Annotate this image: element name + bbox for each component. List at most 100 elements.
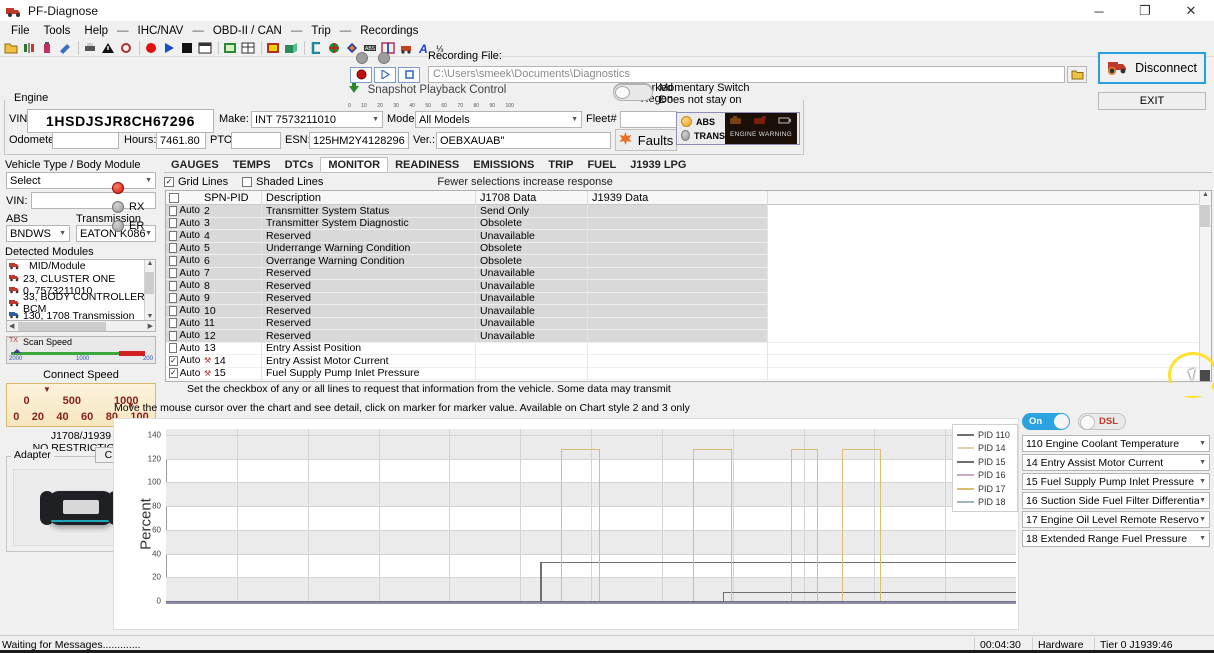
row-checkbox[interactable]: ✓ — [169, 368, 178, 378]
fleet-input[interactable] — [620, 111, 677, 128]
wrench-icon[interactable] — [57, 40, 73, 56]
export-icon[interactable] — [283, 40, 299, 56]
row-checkbox[interactable] — [169, 306, 177, 316]
globe-icon[interactable] — [326, 40, 342, 56]
pid-select-4[interactable]: 16 Suction Side Fuel Filter Differential… — [1022, 492, 1210, 509]
ver-input[interactable]: OEBXAUAB" — [436, 132, 611, 149]
scroll-left-icon[interactable]: ◀ — [9, 322, 14, 330]
grid-data-icon[interactable] — [222, 40, 238, 56]
row-checkbox-cell[interactable]: Auto — [166, 292, 200, 305]
grid-select-all-checkbox-cell[interactable] — [166, 191, 200, 205]
row-checkbox-cell[interactable]: Auto — [166, 330, 200, 343]
grid-scroll-up-icon[interactable]: ▲ — [1200, 191, 1211, 198]
table-icon[interactable] — [240, 40, 256, 56]
table-row[interactable]: Auto6Overrange Warning ConditionObsolete — [166, 255, 1211, 268]
module-list-item[interactable]: MID/Module — [7, 260, 155, 272]
clamp-icon[interactable] — [308, 40, 324, 56]
tab-emissions[interactable]: EMISSIONS — [466, 157, 541, 172]
row-checkbox-cell[interactable]: Auto — [166, 205, 200, 218]
pto-input[interactable] — [231, 132, 281, 149]
row-checkbox[interactable] — [169, 206, 177, 216]
chart-plot-area[interactable]: 020406080100120140 — [166, 429, 1016, 601]
connector-icon[interactable] — [21, 40, 37, 56]
pid-select-3[interactable]: 15 Fuel Supply Pump Inlet Pressure▼ — [1022, 473, 1210, 490]
play-button[interactable] — [374, 67, 396, 83]
calendar-icon[interactable] — [197, 40, 213, 56]
shaded-lines-checkbox-wrap[interactable]: Shaded Lines — [242, 176, 323, 188]
row-checkbox[interactable] — [169, 331, 177, 341]
hours-input[interactable]: 7461.80 — [156, 132, 206, 149]
row-checkbox-cell[interactable]: Auto — [166, 280, 200, 293]
row-checkbox[interactable] — [169, 243, 177, 253]
row-checkbox[interactable] — [169, 318, 177, 328]
tab-fuel[interactable]: FUEL — [580, 157, 623, 172]
row-checkbox[interactable] — [169, 218, 177, 228]
table-row[interactable]: Auto11ReservedUnavailable — [166, 318, 1211, 331]
make-select[interactable]: INT 7573211010 ▼ — [251, 111, 383, 128]
minimize-button[interactable]: ─ — [1076, 0, 1122, 22]
odometer-input[interactable] — [52, 132, 119, 149]
tab-gauges[interactable]: GAUGES — [164, 157, 226, 172]
pid-select-5[interactable]: 17 Engine Oil Level Remote Reservoir▼ — [1022, 511, 1210, 528]
menu-tools[interactable]: Tools — [37, 24, 78, 38]
menu-obd2-can[interactable]: OBD-II / CAN — [206, 24, 289, 38]
row-checkbox[interactable] — [169, 343, 177, 353]
table-row[interactable]: Auto3Transmitter System DiagnosticObsole… — [166, 218, 1211, 231]
row-checkbox-cell[interactable]: Auto — [166, 317, 200, 330]
battery-icon[interactable] — [39, 40, 55, 56]
settings-gear-icon[interactable] — [118, 40, 134, 56]
table-row[interactable]: Auto12ReservedUnavailable — [166, 330, 1211, 343]
printer-icon[interactable] — [82, 40, 98, 56]
record-button[interactable] — [350, 67, 372, 83]
scroll-down-icon[interactable]: ▼ — [145, 313, 155, 320]
row-checkbox-cell[interactable]: Auto — [166, 342, 200, 355]
row-checkbox-cell[interactable]: Auto — [166, 267, 200, 280]
chart-on-toggle[interactable]: On — [1022, 413, 1070, 430]
recording-path-input[interactable]: C:\Users\smeek\Documents\Diagnostics — [428, 66, 1065, 83]
grid-vertical-scrollbar[interactable]: ▲ — [1199, 191, 1211, 381]
row-checkbox[interactable] — [169, 281, 177, 291]
modules-hscroll-thumb[interactable] — [18, 322, 106, 331]
scroll-up-icon[interactable]: ▲ — [145, 260, 155, 267]
row-checkbox[interactable] — [169, 231, 177, 241]
table-row[interactable]: ✓Auto⚒ 14Entry Assist Motor Current — [166, 355, 1211, 368]
menu-ihc-nav[interactable]: IHC/NAV — [131, 24, 191, 38]
close-button[interactable]: ✕ — [1168, 0, 1214, 22]
row-checkbox-cell[interactable]: Auto — [166, 255, 200, 268]
menu-trip[interactable]: Trip — [304, 24, 337, 38]
abs-select[interactable]: BNDWS ▼ — [6, 225, 70, 242]
browse-folder-button[interactable] — [1067, 66, 1087, 83]
table-row[interactable]: ✓Auto⚒ 15Fuel Supply Pump Inlet Pressure — [166, 368, 1211, 381]
grid-scroll-thumb[interactable] — [1200, 205, 1210, 227]
play-icon[interactable] — [161, 40, 177, 56]
vin-input[interactable]: 1HSDJSJR8CH67296 — [27, 109, 214, 133]
table-row[interactable]: Auto10ReservedUnavailable — [166, 305, 1211, 318]
tab-monitor[interactable]: MONITOR — [320, 157, 388, 172]
record-icon[interactable] — [143, 40, 159, 56]
stop-button[interactable] — [398, 67, 420, 83]
hd-parked-regen-toggle[interactable] — [613, 84, 653, 101]
modules-scroll-thumb[interactable] — [145, 272, 154, 294]
chart-panel[interactable]: Percent 020406080100120140 — [113, 418, 1019, 630]
grid-scroll-down-button[interactable] — [1200, 370, 1210, 381]
row-checkbox[interactable] — [169, 256, 177, 266]
grid-lines-checkbox[interactable]: ✓ — [164, 177, 174, 187]
row-checkbox[interactable]: ✓ — [169, 356, 178, 366]
row-checkbox-cell[interactable]: ✓Auto — [166, 367, 200, 380]
row-checkbox-cell[interactable]: Auto — [166, 305, 200, 318]
row-checkbox-cell[interactable]: Auto — [166, 217, 200, 230]
table-row[interactable]: Auto7ReservedUnavailable — [166, 268, 1211, 281]
tab-temps[interactable]: TEMPS — [226, 157, 278, 172]
table-row[interactable]: Auto2Transmitter System StatusSend Only — [166, 205, 1211, 218]
folder-open-icon[interactable] — [3, 40, 19, 56]
warning-icon[interactable] — [100, 40, 116, 56]
module-list-item[interactable]: 130, 1708 Transmission — [7, 310, 155, 321]
pid-select-1[interactable]: 110 Engine Coolant Temperature▼ — [1022, 435, 1210, 452]
select-all-checkbox[interactable] — [169, 193, 179, 203]
disconnect-button[interactable]: Disconnect — [1098, 52, 1206, 84]
modules-horizontal-scrollbar[interactable]: ◀ ▶ — [6, 321, 156, 332]
tab-j1939-lpg[interactable]: J1939 LPG — [623, 157, 693, 172]
menu-recordings[interactable]: Recordings — [353, 24, 425, 38]
scroll-right-icon[interactable]: ▶ — [148, 322, 153, 330]
module-list-item[interactable]: 33, BODY CONTROLLER BCM — [7, 297, 155, 309]
